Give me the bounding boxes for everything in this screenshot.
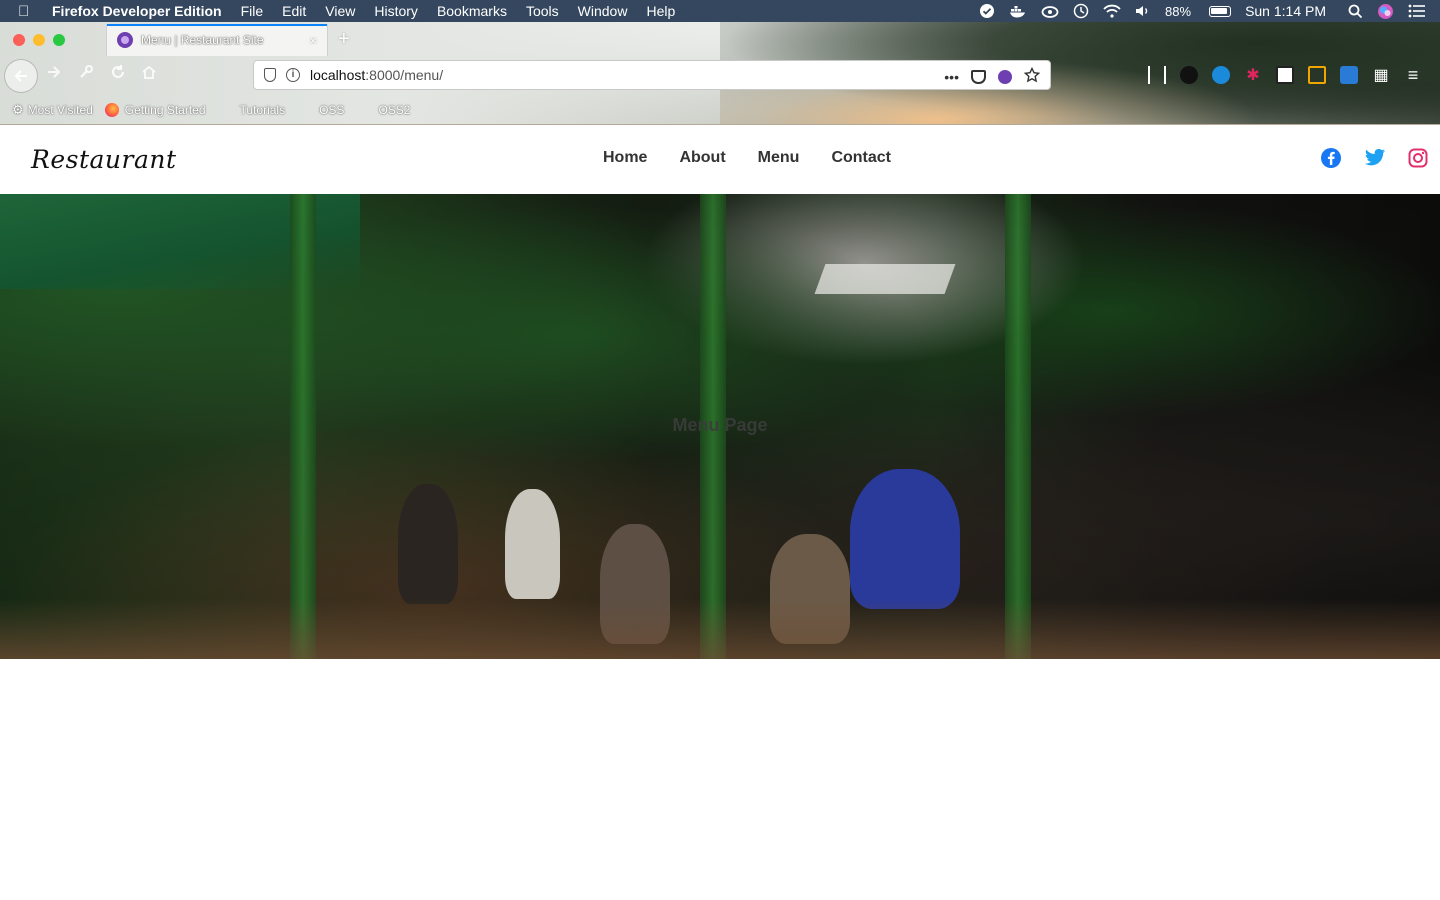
developer-tools-wrench-icon[interactable] xyxy=(78,64,94,85)
menu-help[interactable]: Help xyxy=(646,3,675,19)
hero-diner-decoration xyxy=(398,484,458,604)
menu-history[interactable]: History xyxy=(374,3,418,19)
page-title: Menu Page xyxy=(672,415,768,435)
nav-link-contact[interactable]: Contact xyxy=(831,149,891,167)
extension-notes-icon[interactable] xyxy=(1276,66,1294,84)
hero-banner: Menu Page xyxy=(0,194,1440,659)
page-action-icons: ••• xyxy=(932,66,1041,86)
checkmark-icon[interactable] xyxy=(979,3,995,19)
extension-screen-icon[interactable] xyxy=(1308,66,1326,84)
hero-diner-decoration xyxy=(850,469,960,609)
tracking-protection-shield-icon[interactable] xyxy=(264,68,276,82)
site-logo[interactable]: Restaurant xyxy=(31,145,177,174)
extensions-gift-icon[interactable]: ▦ xyxy=(1372,66,1390,84)
tab-menu-restaurant-site[interactable]: Menu | Restaurant Site × xyxy=(106,24,328,56)
menu-view[interactable]: View xyxy=(325,3,355,19)
facebook-icon[interactable] xyxy=(1320,147,1342,169)
apple-menu-icon[interactable]:  xyxy=(18,3,40,20)
bookmark-getting-started[interactable]: Getting Started xyxy=(104,103,206,117)
tab-title: Menu | Restaurant Site xyxy=(141,33,264,47)
bookmark-tutorials[interactable]: Tutorials xyxy=(240,103,286,117)
clock[interactable]: Sun 1:14 PM xyxy=(1245,3,1326,19)
close-window-button[interactable] xyxy=(13,34,25,46)
spotlight-search-icon[interactable] xyxy=(1348,4,1363,19)
url-text[interactable]: localhost:8000/menu/ xyxy=(310,67,443,83)
library-icon[interactable] xyxy=(1148,66,1166,84)
hero-tables-decoration xyxy=(0,599,1440,659)
macos-menu-bar:  Firefox Developer Edition File Edit Vi… xyxy=(0,0,1440,22)
hamburger-menu-icon[interactable]: ≡ xyxy=(1404,65,1422,85)
menu-file[interactable]: File xyxy=(241,3,264,19)
site-info-icon[interactable]: i xyxy=(286,68,300,82)
hero-skylight-decoration xyxy=(814,264,956,294)
menu-tools[interactable]: Tools xyxy=(526,3,559,19)
reload-button[interactable] xyxy=(110,64,126,85)
url-path: :8000/menu/ xyxy=(365,67,444,83)
menu-bookmarks[interactable]: Bookmarks xyxy=(437,3,507,19)
site-header: Restaurant Home About Menu Contact xyxy=(0,125,1440,194)
bookmark-most-visited[interactable]: ⚙ Most Visited xyxy=(12,102,93,118)
address-bar[interactable]: i localhost:8000/menu/ ••• xyxy=(253,60,1051,90)
home-button[interactable] xyxy=(141,64,157,85)
extension-bug-icon[interactable]: ✱ xyxy=(1244,66,1262,84)
page-actions-menu-icon[interactable]: ••• xyxy=(944,69,959,85)
notification-center-icon[interactable] xyxy=(1408,4,1426,18)
instagram-icon[interactable] xyxy=(1408,148,1428,168)
hero-diner-decoration xyxy=(505,489,560,599)
minimize-window-button[interactable] xyxy=(33,34,45,46)
battery-icon[interactable] xyxy=(1205,5,1232,17)
tab-favicon-icon xyxy=(117,32,133,48)
status-area: 88% Sun 1:14 PM xyxy=(979,0,1440,22)
wifi-icon[interactable] xyxy=(1103,4,1121,18)
zoom-window-button[interactable] xyxy=(53,34,65,46)
bookmark-star-icon[interactable] xyxy=(1023,66,1041,86)
extension-twd-icon[interactable] xyxy=(1180,66,1198,84)
docker-icon[interactable] xyxy=(1009,4,1027,18)
extension-page-action-icon[interactable] xyxy=(998,69,1012,84)
siri-icon[interactable] xyxy=(1377,3,1394,20)
gear-icon: ⚙ xyxy=(12,102,24,117)
toolbar-extensions: ✱ ▦ ≡ xyxy=(1148,65,1436,85)
forward-button[interactable] xyxy=(46,64,62,85)
back-button[interactable] xyxy=(4,59,38,93)
app-menu[interactable]: Firefox Developer Edition xyxy=(52,3,222,19)
back-arrow-icon xyxy=(14,70,27,82)
web-page: Restaurant Home About Menu Contact Menu … xyxy=(0,125,1440,900)
bookmark-oss2[interactable]: OSS2 xyxy=(378,103,410,117)
nav-link-menu[interactable]: Menu xyxy=(758,149,800,167)
url-host: localhost xyxy=(310,67,366,83)
creative-cloud-icon[interactable] xyxy=(1041,4,1059,18)
volume-icon[interactable] xyxy=(1135,4,1151,18)
time-machine-icon[interactable] xyxy=(1073,3,1089,19)
extension-globe-icon[interactable] xyxy=(1212,66,1230,84)
firefox-logo-icon xyxy=(104,103,119,117)
twitter-icon[interactable] xyxy=(1364,148,1386,168)
window-controls xyxy=(13,34,73,46)
nav-link-about[interactable]: About xyxy=(679,149,725,167)
menu-edit[interactable]: Edit xyxy=(282,3,306,19)
bookmark-label: Most Visited xyxy=(27,103,93,117)
menu-window[interactable]: Window xyxy=(578,3,628,19)
social-links xyxy=(1298,147,1428,169)
new-tab-button[interactable]: + xyxy=(338,28,350,51)
pocket-icon[interactable] xyxy=(971,69,986,84)
browser-chrome: Menu | Restaurant Site × + i localhost:8… xyxy=(0,22,1440,125)
extension-python-icon[interactable] xyxy=(1340,66,1358,84)
bookmark-oss[interactable]: OSS xyxy=(319,103,344,117)
bookmarks-toolbar: ⚙ Most Visited Getting Started Tutorials … xyxy=(0,98,1440,122)
tab-close-icon[interactable]: × xyxy=(309,33,317,48)
bookmark-label: Getting Started xyxy=(124,103,206,117)
navigation-toolbar: i localhost:8000/menu/ ••• ✱ ▦ ≡ xyxy=(0,56,1440,96)
battery-percent: 88% xyxy=(1165,3,1192,19)
nav-link-home[interactable]: Home xyxy=(603,149,647,167)
site-navigation: Home About Menu Contact xyxy=(603,149,923,167)
